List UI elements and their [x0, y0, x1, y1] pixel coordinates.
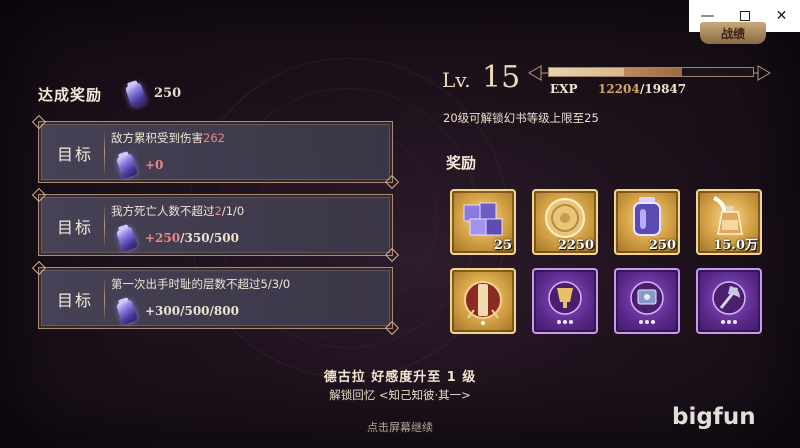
goal-divider: [104, 130, 105, 176]
lantern-crystal-icon: [633, 197, 661, 236]
trophy-emblem-icon: [548, 281, 582, 324]
affinity-message: 德古拉 好感度升至 1 级: [323, 370, 477, 385]
item-quantity: 15.0万: [713, 238, 758, 253]
item-quantity: 250: [648, 238, 676, 253]
goal-reward: +300/500/800: [145, 304, 239, 318]
exp-pending-fill: [624, 68, 682, 76]
goal-divider: [104, 203, 105, 249]
reward-item-6[interactable]: [532, 268, 598, 334]
reward-item-7[interactable]: [614, 268, 680, 334]
reward-item-3[interactable]: 250: [614, 189, 680, 255]
goal-reward: +250/350/500: [145, 231, 239, 245]
goal-label: 目标: [57, 218, 94, 237]
reward-item-5[interactable]: [450, 268, 516, 334]
memory-unlock-message: 解锁回忆 <知己知彼·其一>: [329, 388, 471, 402]
crystal-icon: [115, 226, 139, 252]
level-value: 15: [482, 60, 521, 95]
crystal-icon: [115, 153, 139, 179]
bigfun-watermark: bigfun: [672, 404, 756, 430]
goal-card-2: 目标 我方死亡人数不超过2/1/0 +250/350/500: [38, 194, 393, 256]
crystal-icon: [124, 82, 148, 108]
achievement-reward-total: 250: [154, 86, 182, 101]
tome-emblem-icon: [630, 281, 664, 324]
goal-description: 敌方累积受到伤害262: [111, 131, 225, 145]
level-label: Lv.: [442, 68, 471, 92]
goal-description: 第一次出手时耻的层数不超过5/3/0: [111, 277, 291, 291]
crystal-icon: [115, 299, 139, 325]
reward-item-2[interactable]: 2250: [532, 189, 598, 255]
goal-card-1: 目标 敌方累积受到伤害262 +0: [38, 121, 393, 183]
reward-item-8[interactable]: [696, 268, 762, 334]
goal-label: 目标: [57, 291, 94, 310]
unlock-note: 20级可解锁幻书等级上限至25: [443, 111, 599, 125]
exp-label: EXP: [550, 82, 578, 96]
close-button[interactable]: ✕: [763, 0, 800, 32]
goal-reward: +0: [145, 158, 164, 172]
maximize-icon: [739, 11, 750, 21]
reward-item-4[interactable]: 15.0万: [696, 189, 762, 255]
reward-item-1[interactable]: 25: [450, 189, 516, 255]
goal-description: 我方死亡人数不超过2/1/0: [111, 204, 245, 218]
goal-label: 目标: [57, 145, 94, 164]
goal-divider: [104, 276, 105, 322]
exp-progress-bar: [548, 67, 754, 77]
scroll-emblem-icon: [464, 281, 502, 325]
purple-cubes-icon: [463, 202, 503, 236]
rewards-heading: 奖励: [446, 154, 477, 172]
item-quantity: 2250: [557, 238, 594, 253]
exp-max: /19847: [640, 82, 687, 96]
exp-current: 12204: [598, 82, 640, 96]
exp-progress-fill: [549, 68, 625, 76]
record-tab[interactable]: 战绩: [700, 22, 766, 44]
item-quantity: 25: [493, 238, 512, 253]
achievement-reward-title: 达成奖励: [38, 86, 103, 104]
axe-emblem-icon: [712, 281, 746, 324]
goal-card-3: 目标 第一次出手时耻的层数不超过5/3/0 +300/500/800: [38, 267, 393, 329]
gold-coin-icon: [545, 198, 585, 238]
